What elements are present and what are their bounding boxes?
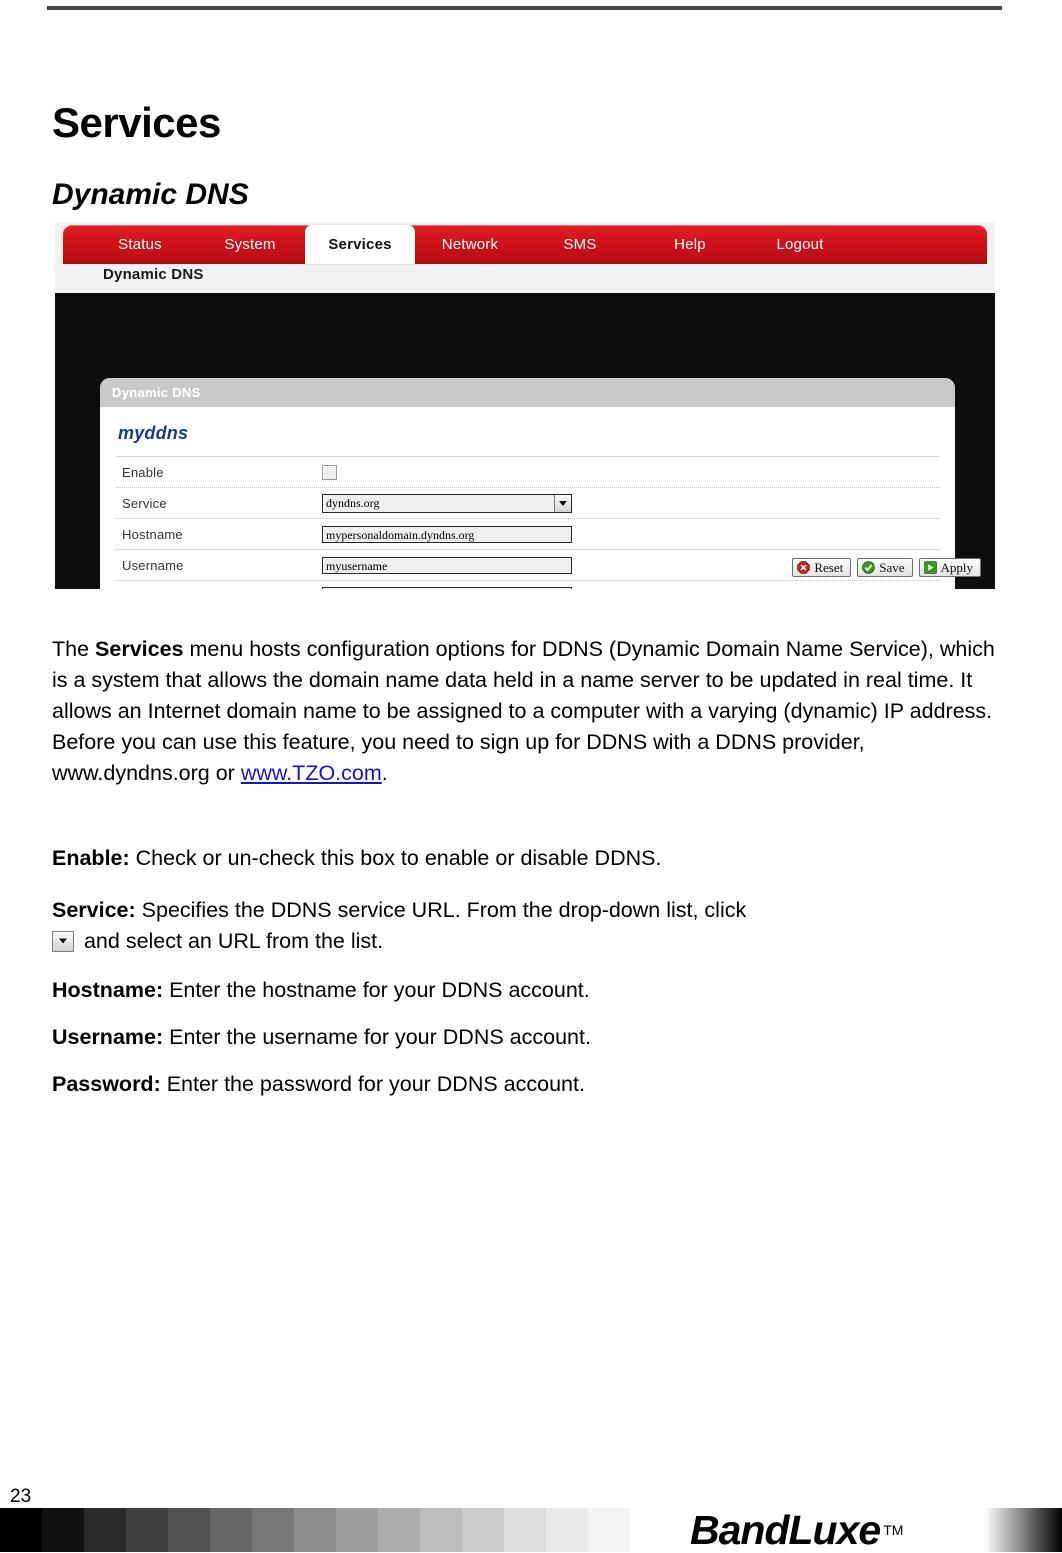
definition-hostname-text: Enter the hostname for your DDNS account… bbox=[163, 977, 590, 1002]
form-row-enable: Enable bbox=[116, 457, 939, 488]
label-password: Password bbox=[116, 589, 322, 590]
apply-button[interactable]: Apply bbox=[918, 558, 981, 577]
definition-hostname-term: Hostname: bbox=[52, 977, 164, 1002]
brand-logo: BandLuxe TM bbox=[690, 1508, 903, 1552]
tzo-link[interactable]: www.TZO.com bbox=[241, 761, 382, 785]
label-service: Service bbox=[122, 495, 167, 511]
chevron-down-icon-inline bbox=[52, 930, 74, 952]
grayscale-calibration-bar bbox=[0, 1508, 630, 1552]
reset-button[interactable]: Reset bbox=[792, 558, 852, 577]
header-rule bbox=[47, 6, 1002, 10]
definition-username-text: Enter the username for your DDNS account… bbox=[163, 1024, 591, 1049]
definition-enable-text: Check or un-check this box to enable or … bbox=[129, 845, 662, 870]
service-select[interactable]: dyndns.org bbox=[322, 493, 572, 513]
brand-logo-text: BandLuxe bbox=[690, 1506, 881, 1553]
nav-tab-help[interactable]: Help bbox=[635, 225, 745, 264]
reset-button-label: Reset bbox=[814, 559, 844, 575]
hostname-input[interactable]: mypersonaldomain.dyndns.org bbox=[322, 525, 572, 543]
page-subtitle: Dynamic DNS bbox=[52, 177, 249, 211]
definition-username: Username: Enter the username for your DD… bbox=[52, 1022, 1004, 1053]
intro-bold-services: Services bbox=[95, 636, 184, 661]
field-hostname: mypersonaldomain.dyndns.org bbox=[322, 525, 939, 543]
nav-bar: Status System Services Network SMS Help … bbox=[63, 225, 987, 264]
definition-enable: Enable: Check or un-check this box to en… bbox=[52, 843, 1004, 874]
definition-password-text: Enter the password for your DDNS account… bbox=[160, 1071, 585, 1096]
breadcrumb: Dynamic DNS bbox=[103, 266, 204, 283]
page-footer: BandLuxe TM bbox=[0, 1508, 1062, 1552]
gradient-calibration-bar bbox=[985, 1508, 1062, 1552]
definition-service-text-before: Specifies the DDNS service URL. From the… bbox=[135, 897, 747, 922]
router-ui-screenshot: Status System Services Network SMS Help … bbox=[55, 222, 995, 589]
username-input[interactable]: myusername bbox=[322, 556, 572, 574]
save-check-icon bbox=[862, 561, 876, 574]
field-service: dyndns.org bbox=[322, 493, 939, 513]
chevron-down-icon[interactable] bbox=[554, 494, 571, 512]
nav-tab-services[interactable]: Services bbox=[305, 225, 415, 264]
nav-tab-logout[interactable]: Logout bbox=[745, 225, 855, 264]
intro-text-3: . bbox=[381, 760, 388, 785]
intro-paragraph: The Services menu hosts configuration op… bbox=[52, 634, 1004, 789]
form-row-hostname: Hostname mypersonaldomain.dyndns.org bbox=[116, 519, 939, 550]
save-button-label: Save bbox=[879, 559, 905, 575]
definition-username-term: Username: bbox=[52, 1024, 164, 1049]
service-select-value: dyndns.org bbox=[326, 495, 380, 510]
page-number: 23 bbox=[10, 1486, 32, 1507]
nav-tab-list: Status System Services Network SMS Help … bbox=[85, 225, 855, 264]
label-enable: Enable bbox=[122, 464, 164, 480]
apply-button-label: Apply bbox=[940, 559, 974, 575]
screenshot-content-area: Dynamic DNS myddns Enable Service dyndns… bbox=[55, 293, 995, 589]
panel-header-title: Dynamic DNS bbox=[100, 378, 955, 407]
reset-icon bbox=[797, 561, 811, 574]
enable-checkbox[interactable] bbox=[322, 464, 337, 480]
action-button-bar: Reset Save Apply bbox=[792, 558, 981, 577]
label-hostname: Hostname bbox=[122, 526, 183, 542]
password-input[interactable] bbox=[322, 586, 572, 589]
form-row-service: Service dyndns.org bbox=[116, 488, 939, 519]
definition-password-term: Password: bbox=[52, 1071, 161, 1096]
definition-enable-term: Enable: bbox=[52, 845, 130, 870]
intro-text-2: menu hosts configuration options for DDN… bbox=[52, 636, 995, 785]
field-password bbox=[322, 586, 939, 589]
nav-tab-system[interactable]: System bbox=[195, 225, 305, 264]
label-username: Username bbox=[122, 557, 184, 573]
form-row-password: Password bbox=[116, 581, 939, 589]
definition-password: Password: Enter the password for your DD… bbox=[52, 1069, 1004, 1100]
page-title: Services bbox=[52, 99, 221, 147]
definition-hostname: Hostname: Enter the hostname for your DD… bbox=[52, 975, 1004, 1006]
panel-caption: myddns bbox=[118, 423, 189, 443]
trademark-symbol: TM bbox=[883, 1522, 904, 1538]
apply-icon bbox=[923, 561, 937, 574]
save-button[interactable]: Save bbox=[857, 558, 913, 577]
nav-tab-sms[interactable]: SMS bbox=[525, 225, 635, 264]
definition-service-text-after: and select an URL from the list. bbox=[78, 928, 384, 953]
intro-text-1: The bbox=[52, 636, 96, 661]
nav-tab-network[interactable]: Network bbox=[415, 225, 525, 264]
screenshot-header-area: Status System Services Network SMS Help … bbox=[55, 222, 995, 293]
nav-tab-status[interactable]: Status bbox=[85, 225, 195, 264]
definition-service: Service: Specifies the DDNS service URL.… bbox=[52, 895, 1004, 957]
definition-service-term: Service: bbox=[52, 897, 136, 922]
field-enable bbox=[322, 464, 939, 480]
